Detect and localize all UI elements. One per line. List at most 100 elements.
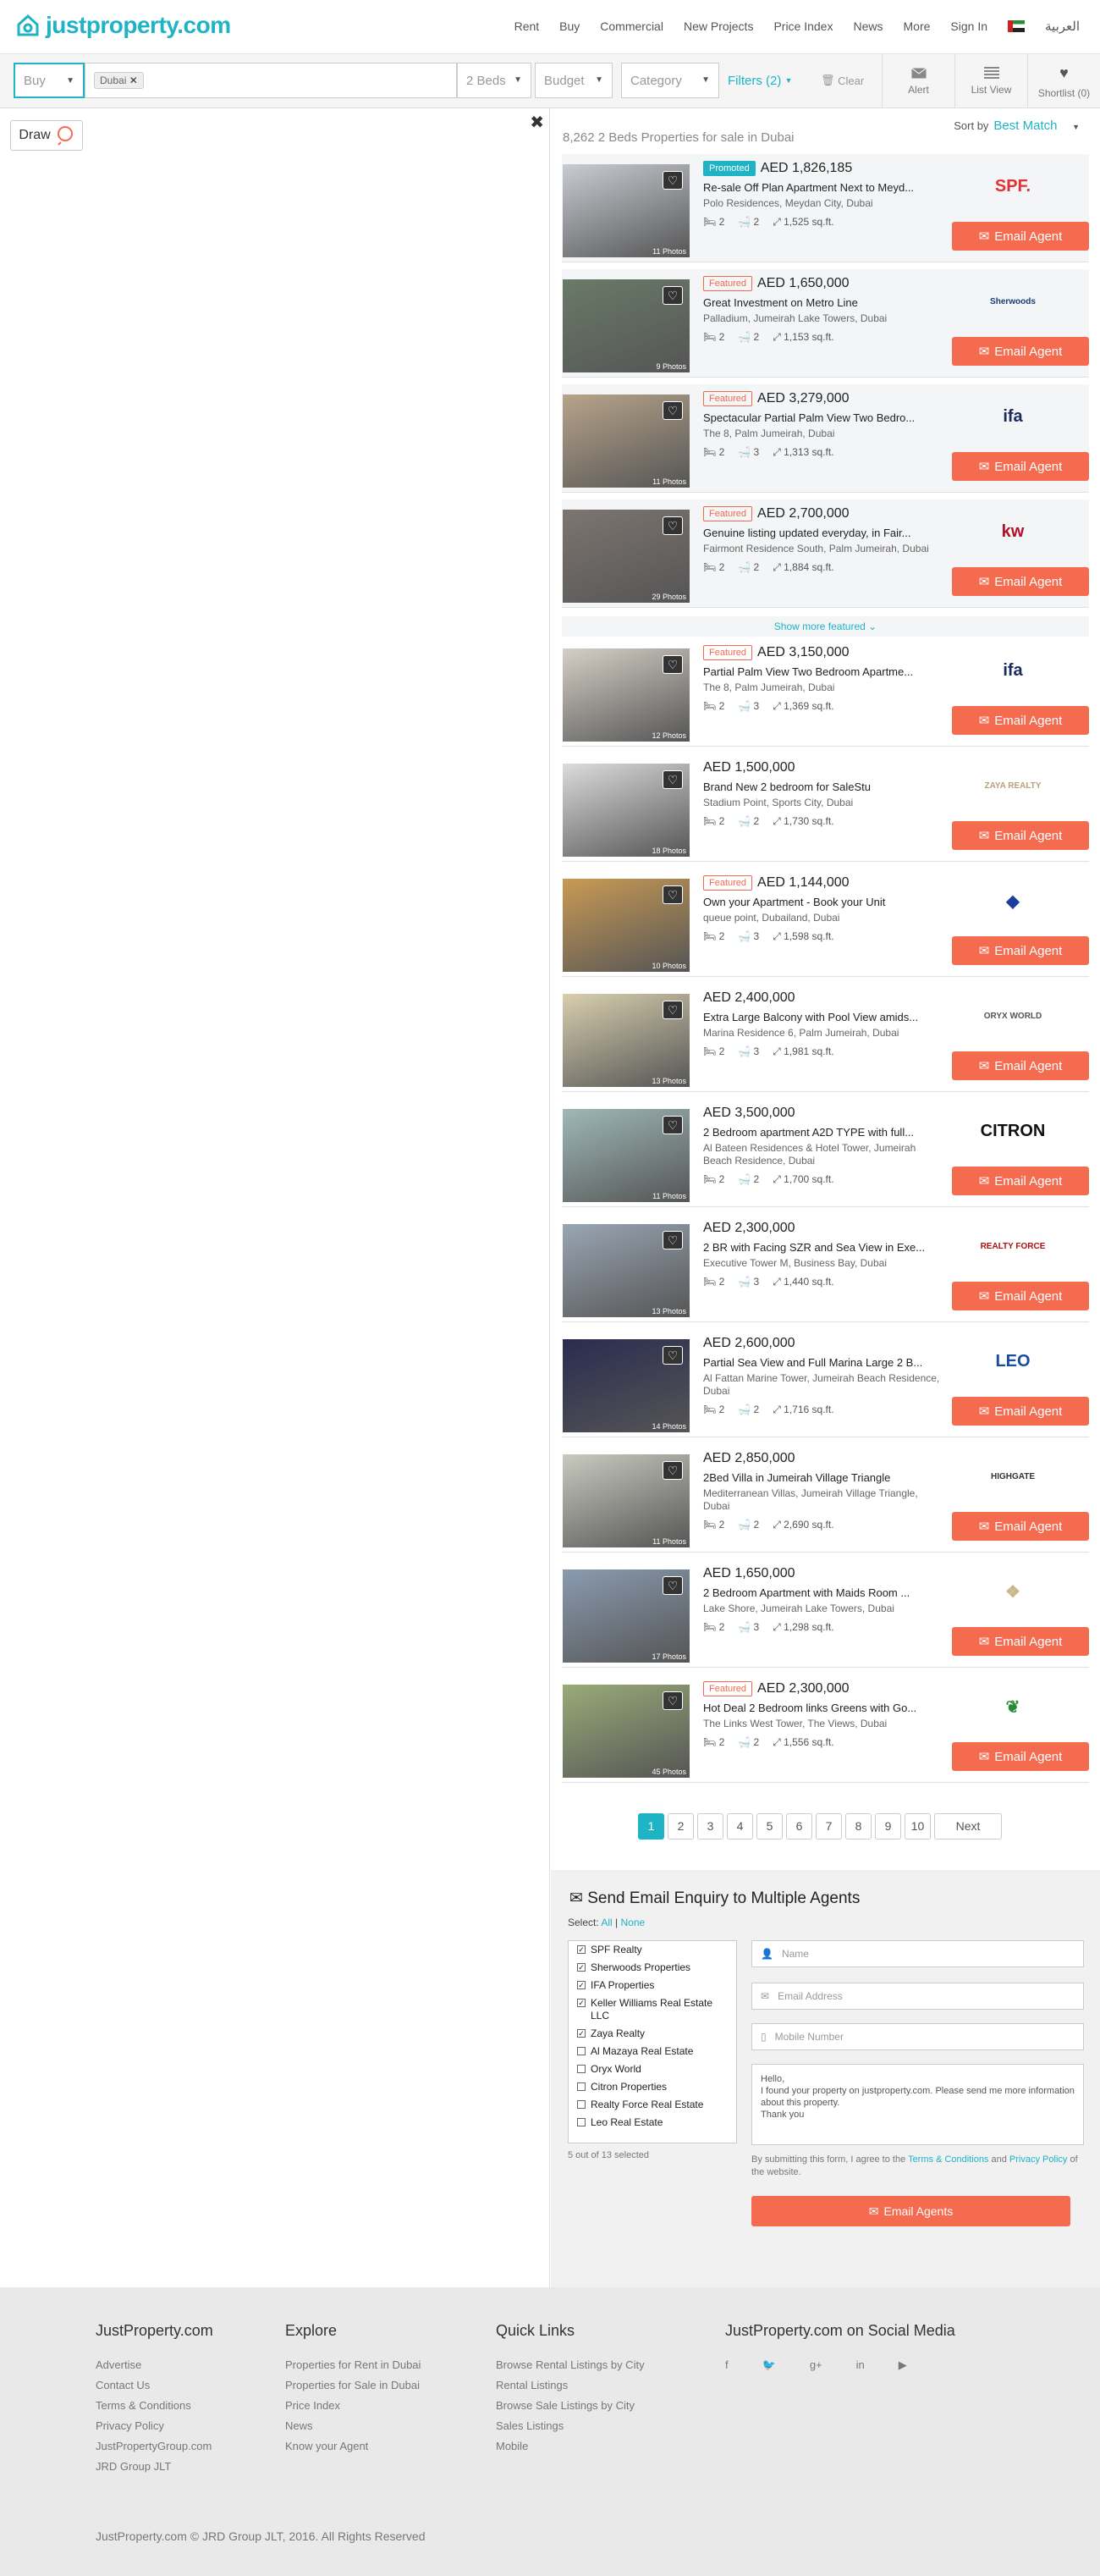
listing-photo[interactable]: ♡ 17 Photos [563,1569,690,1663]
terms-link[interactable]: Terms & Conditions [908,2154,988,2165]
listing-title[interactable]: Genuine listing updated everyday, in Fai… [703,527,932,539]
heart-icon[interactable]: ♡ [663,286,683,305]
mode-select[interactable]: Buy ▼ [14,63,85,98]
checkbox[interactable]: ✓ [577,1963,586,1972]
email-agent-button[interactable]: ✉ Email Agent [952,1742,1089,1771]
listing-price[interactable]: AED 2,850,000 [703,1451,795,1465]
sort-control[interactable]: Sort by Best Match ▼ [954,119,1080,133]
listing-photo[interactable]: ♡ 18 Photos [563,764,690,857]
listing-title[interactable]: 2 Bedroom apartment A2D TYPE with full..… [703,1126,932,1139]
beds-select[interactable]: 2 Beds ▼ [457,63,531,98]
page-button[interactable]: 2 [668,1813,694,1840]
footer-link[interactable]: Mobile [496,2436,645,2457]
select-none-link[interactable]: None [621,1917,646,1928]
listing-photo[interactable]: ♡ 12 Photos [563,648,690,742]
shortlist-button[interactable]: ♥ Shortlist (0) [1027,54,1100,108]
linkedin-icon[interactable]: in [856,2355,865,2375]
email-agent-button[interactable]: ✉ Email Agent [952,1282,1089,1310]
footer-link[interactable]: News [285,2416,421,2436]
listing-photo[interactable]: ♡ 45 Photos [563,1685,690,1778]
email-agent-button[interactable]: ✉ Email Agent [952,452,1089,481]
agent-logo[interactable]: REALTY FORCE [971,1229,1055,1263]
footer-link[interactable]: Properties for Rent in Dubai [285,2355,421,2375]
email-agent-button[interactable]: ✉ Email Agent [952,337,1089,366]
agent-checkbox-item[interactable]: ✓ IFA Properties [569,1977,736,1994]
listing-price[interactable]: AED 1,144,000 [757,875,850,890]
heart-icon[interactable]: ♡ [663,885,683,904]
select-all-link[interactable]: All [601,1917,612,1928]
page-button[interactable]: 10 [905,1813,931,1840]
page-button[interactable]: 9 [875,1813,901,1840]
listing-title[interactable]: Partial Palm View Two Bedroom Apartme... [703,665,932,678]
email-agent-button[interactable]: ✉ Email Agent [952,1051,1089,1080]
listing-card[interactable]: ♡ 18 Photos AED 1,500,000 Brand New 2 be… [562,753,1089,862]
agent-logo[interactable]: ifa [971,654,1055,687]
agent-logo[interactable]: Sherwoods [971,284,1055,318]
heart-icon[interactable]: ♡ [663,655,683,674]
filters-button[interactable]: Filters (2) ▼ [719,63,812,98]
heart-icon[interactable]: ♡ [663,1461,683,1480]
name-field[interactable]: 👤 Name [751,1940,1084,1967]
listing-photo[interactable]: ♡ 14 Photos [563,1339,690,1432]
listing-price[interactable]: AED 1,826,185 [761,161,853,175]
show-more-featured[interactable]: Show more featured ⌄ [562,616,1089,637]
nav-price-index[interactable]: Price Index [773,19,833,33]
uae-flag-icon[interactable] [1008,20,1025,32]
agent-checkbox-item[interactable]: Leo Real Estate [569,2114,736,2132]
clear-button[interactable]: 🗑 Clear [812,63,880,98]
checkbox[interactable] [577,2100,586,2109]
page-button[interactable]: 8 [845,1813,872,1840]
agent-logo[interactable]: SPF. [971,169,1055,203]
listing-card[interactable]: ♡ 10 Photos Featured AED 1,144,000 Own yo… [562,869,1089,977]
footer-link[interactable]: JustPropertyGroup.com [96,2436,213,2457]
remove-tag-icon[interactable]: ✕ [129,74,138,86]
agent-checkbox-item[interactable]: ✓ Zaya Realty [569,2025,736,2043]
location-input[interactable]: Dubai ✕ [85,63,457,98]
agent-checkbox-item[interactable]: ✓ SPF Realty [569,1941,736,1959]
footer-link[interactable]: Rental Listings [496,2375,645,2396]
listing-title[interactable]: Extra Large Balcony with Pool View amids… [703,1011,932,1023]
listing-title[interactable]: Partial Sea View and Full Marina Large 2… [703,1356,932,1369]
close-map-icon[interactable]: ✖ [530,112,544,133]
listing-photo[interactable]: ♡ 29 Photos [563,510,690,603]
listing-card[interactable]: ♡ 13 Photos AED 2,300,000 2 BR with Faci… [562,1214,1089,1322]
nav-arabic[interactable]: العربية [1045,19,1080,34]
email-agent-button[interactable]: ✉ Email Agent [952,821,1089,850]
listing-card[interactable]: ♡ 11 Photos AED 3,500,000 2 Bedroom apar… [562,1099,1089,1207]
footer-link[interactable]: Contact Us [96,2375,213,2396]
listing-card[interactable]: ♡ 11 Photos Promoted AED 1,826,185 Re-sal… [562,154,1089,262]
privacy-link[interactable]: Privacy Policy [1009,2154,1067,2165]
checkbox[interactable]: ✓ [577,1981,586,1989]
heart-icon[interactable]: ♡ [663,516,683,535]
agent-logo[interactable]: ❖ [971,1575,1055,1608]
google-plus-icon[interactable]: g+ [810,2355,822,2375]
agent-checkbox-item[interactable]: Realty Force Real Estate [569,2096,736,2114]
listing-price[interactable]: AED 3,150,000 [757,645,850,659]
listing-card[interactable]: ♡ 12 Photos Featured AED 3,150,000 Partia… [562,638,1089,747]
listing-price[interactable]: AED 2,400,000 [703,990,795,1005]
page-button[interactable]: 4 [727,1813,753,1840]
heart-icon[interactable]: ♡ [663,1691,683,1710]
listing-price[interactable]: AED 1,650,000 [703,1566,795,1580]
map-panel[interactable]: Draw ✖ [0,108,550,2287]
checkbox[interactable] [577,2065,586,2073]
listing-card[interactable]: ♡ 13 Photos AED 2,400,000 Extra Large Ba… [562,984,1089,1092]
footer-link[interactable]: Price Index [285,2396,421,2416]
heart-icon[interactable]: ♡ [663,401,683,420]
listing-card[interactable]: ♡ 11 Photos AED 2,850,000 2Bed Villa in … [562,1444,1089,1553]
agent-checkbox-item[interactable]: Citron Properties [569,2078,736,2096]
category-select[interactable]: Category ▼ [621,63,719,98]
email-agent-button[interactable]: ✉ Email Agent [952,936,1089,965]
listing-title[interactable]: Re-sale Off Plan Apartment Next to Meyd.… [703,181,932,194]
nav-rent[interactable]: Rent [514,19,540,33]
email-agent-button[interactable]: ✉ Email Agent [952,1512,1089,1541]
page-button[interactable]: 5 [756,1813,783,1840]
email-agent-button[interactable]: ✉ Email Agent [952,706,1089,735]
listing-title[interactable]: 2 Bedroom Apartment with Maids Room ... [703,1586,932,1599]
listing-card[interactable]: ♡ 17 Photos AED 1,650,000 2 Bedroom Apar… [562,1559,1089,1668]
nav-more[interactable]: More [904,19,931,33]
listing-card[interactable]: ♡ 14 Photos AED 2,600,000 Partial Sea Vi… [562,1329,1089,1437]
agent-checkbox-item[interactable]: ✓ Sherwoods Properties [569,1959,736,1977]
agent-logo[interactable]: HIGHGATE [971,1459,1055,1493]
nav-new-projects[interactable]: New Projects [684,19,753,33]
